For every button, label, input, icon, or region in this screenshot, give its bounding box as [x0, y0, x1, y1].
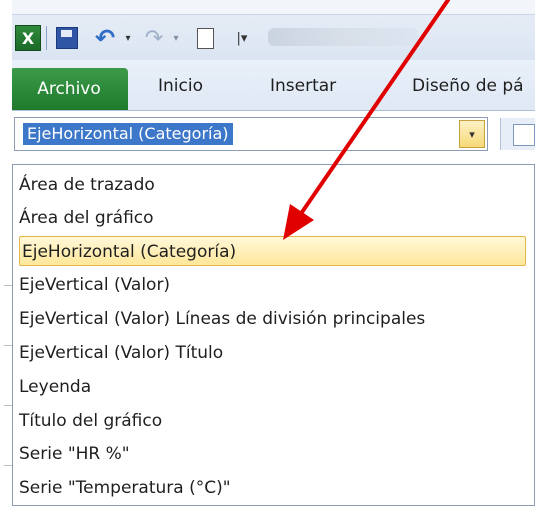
- excel-logo-letter: X: [15, 25, 41, 51]
- new-document-icon[interactable]: [192, 24, 218, 52]
- undo-dropdown-icon[interactable]: ▾: [122, 24, 134, 52]
- dropdown-item-titulo-grafico[interactable]: Título del gráfico: [19, 405, 162, 437]
- tab-archivo[interactable]: Archivo: [10, 68, 128, 110]
- dropdown-item-area-trazado[interactable]: Área de trazado: [19, 169, 155, 201]
- save-icon[interactable]: [54, 24, 80, 52]
- format-selection-icon[interactable]: [513, 124, 535, 146]
- excel-icon[interactable]: X: [14, 24, 42, 52]
- sheet-left-edge: [0, 0, 12, 506]
- redo-icon[interactable]: ↷: [142, 24, 166, 52]
- dropdown-item-leyenda[interactable]: Leyenda: [19, 371, 91, 403]
- quick-access-toolbar: X ↶ ▾ ↷ ▾ |▾: [0, 0, 535, 60]
- dropdown-item-eje-vertical[interactable]: EjeVertical (Valor): [19, 269, 170, 301]
- chart-elements-dropdown: Área de trazado Área del gráfico EjeHori…: [12, 164, 535, 506]
- strip-tick: [4, 285, 12, 286]
- dropdown-item-serie-hr[interactable]: Serie "HR %": [19, 438, 130, 470]
- toolbar-separator: [46, 26, 47, 50]
- dropdown-item-area-grafico[interactable]: Área del gráfico: [19, 202, 154, 234]
- dropdown-item-eje-horizontal[interactable]: EjeHorizontal (Categoría): [19, 236, 526, 266]
- chart-elements-combo-value[interactable]: EjeHorizontal (Categoría): [23, 123, 233, 145]
- tab-insertar[interactable]: Insertar: [270, 76, 336, 96]
- ribbon-tabs: Archivo Inicio Insertar Diseño de pá: [0, 60, 535, 111]
- strip-tick: [4, 465, 12, 466]
- ribbon-side-panel: [500, 118, 535, 150]
- strip-tick: [4, 345, 12, 346]
- dropdown-item-eje-vertical-titulo[interactable]: EjeVertical (Valor) Título: [19, 337, 223, 369]
- chart-elements-combo[interactable]: EjeHorizontal (Categoría) ▾: [14, 117, 488, 151]
- blurred-window-title: [268, 28, 418, 46]
- tab-inicio[interactable]: Inicio: [158, 76, 203, 96]
- dropdown-item-serie-temperatura[interactable]: Serie "Temperatura (°C)": [19, 472, 231, 504]
- customize-toolbar-icon[interactable]: |▾: [232, 24, 252, 52]
- dropdown-item-eje-vertical-lineas[interactable]: EjeVertical (Valor) Líneas de división p…: [19, 303, 425, 335]
- window-top-edge: [0, 0, 535, 15]
- tab-diseno-de-pagina[interactable]: Diseño de pá: [412, 76, 524, 96]
- undo-icon[interactable]: ↶: [92, 24, 118, 52]
- strip-tick: [4, 405, 12, 406]
- chevron-down-icon[interactable]: ▾: [459, 120, 485, 148]
- redo-dropdown-icon[interactable]: ▾: [170, 24, 182, 52]
